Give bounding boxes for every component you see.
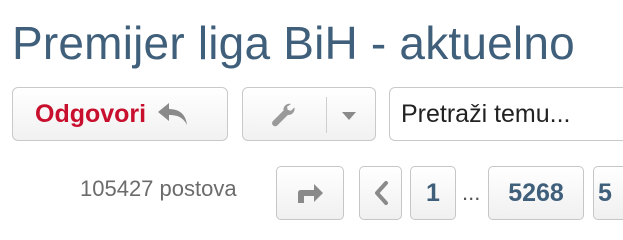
page-link-partial[interactable]: 5 — [593, 166, 623, 220]
chevron-left-icon — [374, 181, 388, 205]
wrench-icon — [272, 103, 295, 127]
page-link-5268[interactable]: 5268 — [488, 166, 584, 220]
reply-arrow-icon — [158, 103, 188, 125]
post-count: 105427 postova — [80, 176, 237, 201]
page-title: Premijer liga BiH - aktuelno — [12, 17, 575, 69]
jump-to-page-icon — [298, 184, 323, 203]
tools-separator — [326, 97, 327, 133]
jump-to-page-button[interactable] — [276, 166, 344, 220]
previous-page-button[interactable] — [359, 166, 402, 220]
topic-tools-button[interactable] — [242, 87, 376, 141]
caret-down-icon[interactable] — [341, 111, 357, 121]
pagination-ellipsis: ... — [462, 180, 481, 205]
reply-button[interactable]: Odgovori — [12, 87, 228, 141]
search-topic-input[interactable] — [389, 87, 623, 141]
reply-button-label: Odgovori — [35, 99, 147, 128]
page-link-1[interactable]: 1 — [410, 166, 456, 220]
forum-topic-header: Premijer liga BiH - aktuelno Odgovori 10… — [0, 0, 623, 240]
